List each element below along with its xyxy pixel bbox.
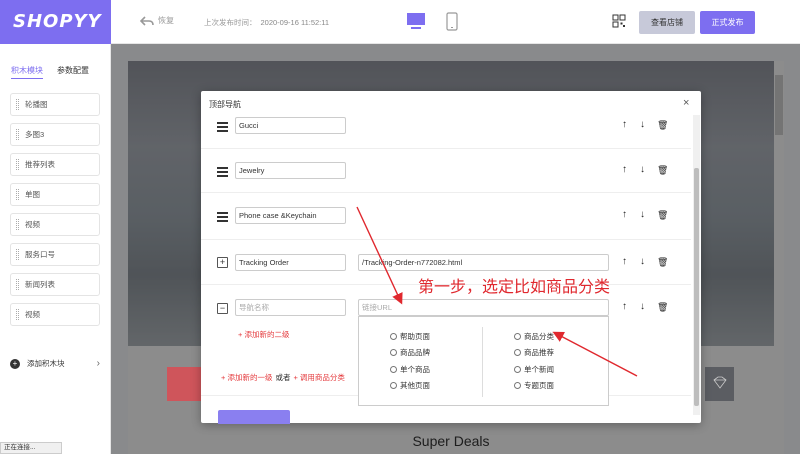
annotation-arrows (356, 206, 638, 377)
annotation-text: 第一步，选定比如商品分类 (418, 277, 611, 296)
arrow-to-url-input (356, 206, 403, 305)
arrow-to-category-option (552, 331, 638, 377)
